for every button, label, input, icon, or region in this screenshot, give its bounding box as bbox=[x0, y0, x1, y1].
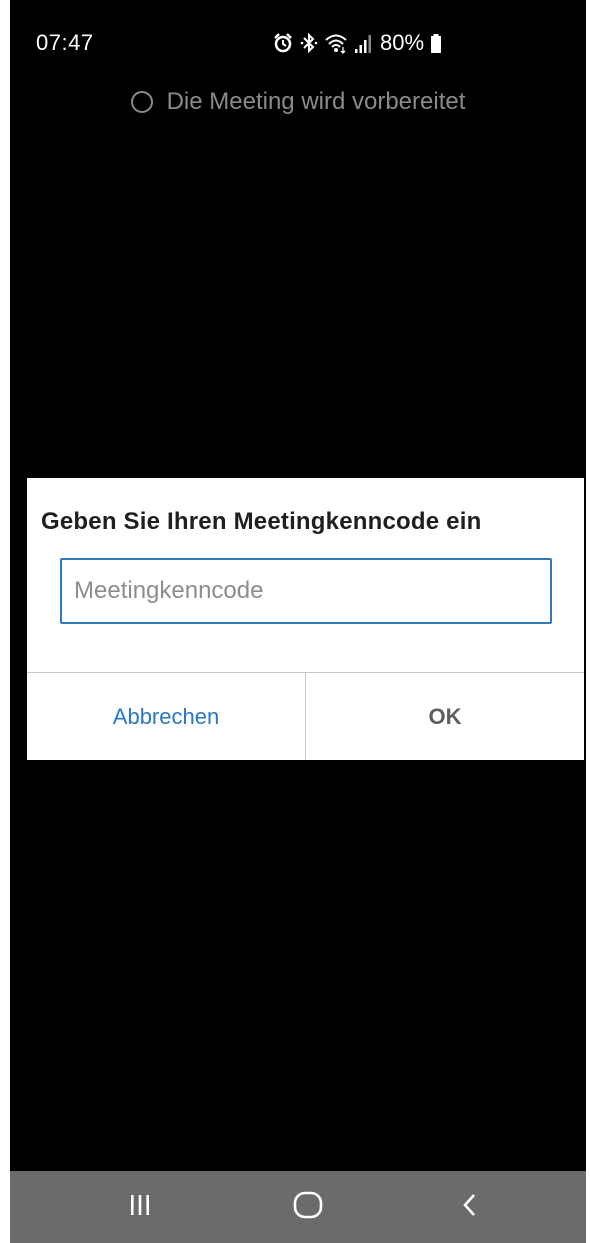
passcode-dialog: Geben Sie Ihren Meetingkenncode ein Abbr… bbox=[27, 478, 584, 760]
back-icon bbox=[460, 1192, 480, 1223]
meeting-loading-status: Die Meeting wird vorbereitet bbox=[10, 88, 586, 116]
battery-icon bbox=[430, 32, 442, 54]
status-bar: 07:47 80% bbox=[10, 0, 586, 80]
recent-apps-icon bbox=[129, 1193, 151, 1222]
alarm-icon bbox=[272, 32, 294, 54]
status-time: 07:47 bbox=[36, 30, 94, 55]
home-button[interactable] bbox=[248, 1171, 368, 1243]
status-icons: 80% bbox=[272, 28, 442, 58]
battery-percent: 80% bbox=[380, 30, 425, 55]
signal-icon bbox=[354, 32, 372, 54]
cancel-button[interactable]: Abbrechen bbox=[27, 673, 305, 760]
home-icon bbox=[292, 1190, 324, 1225]
phone-screen: 07:47 80% Die Meeting wird vorbereitet G… bbox=[10, 0, 586, 1243]
recent-apps-button[interactable] bbox=[80, 1171, 200, 1243]
wifi-icon bbox=[324, 32, 348, 54]
passcode-input[interactable] bbox=[60, 558, 552, 624]
loading-spinner-icon bbox=[130, 91, 153, 113]
ok-button[interactable]: OK bbox=[306, 673, 584, 760]
dialog-title: Geben Sie Ihren Meetingkenncode ein bbox=[41, 508, 482, 535]
loading-text: Die Meeting wird vorbereitet bbox=[166, 88, 466, 115]
navigation-bar bbox=[10, 1171, 586, 1243]
bluetooth-icon bbox=[300, 32, 318, 54]
back-button[interactable] bbox=[410, 1171, 530, 1243]
